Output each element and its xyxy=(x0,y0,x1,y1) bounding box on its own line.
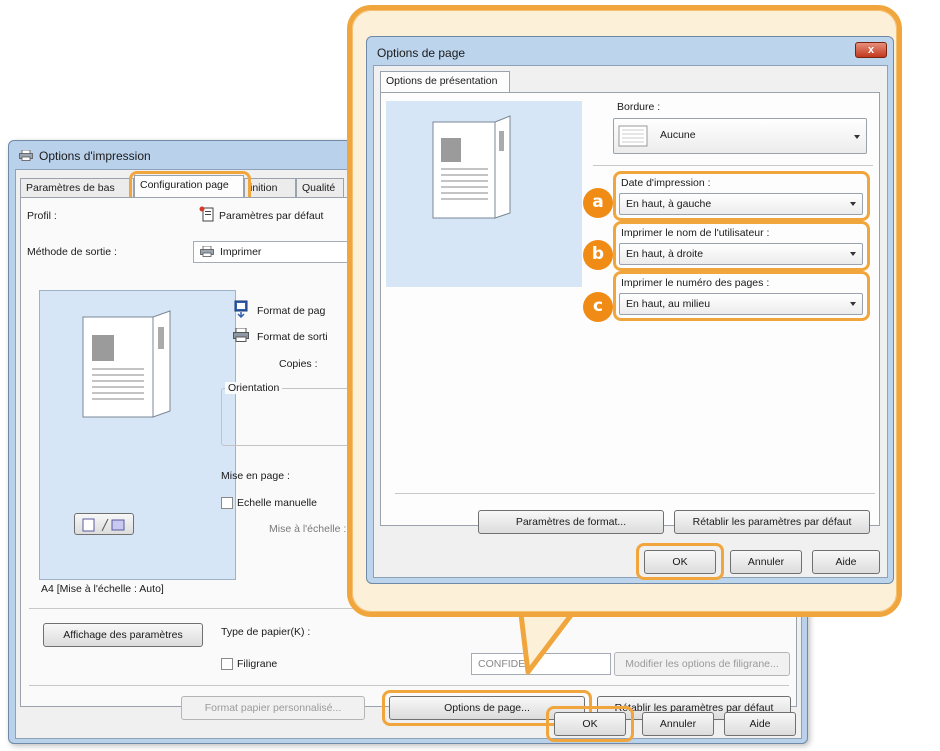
print-date-highlight xyxy=(613,171,870,221)
panel-bottom-divider xyxy=(395,493,875,494)
output-format-icon xyxy=(233,327,249,342)
custom-paper-button[interactable]: Format papier personnalisé... xyxy=(181,696,365,720)
output-method-value: Imprimer xyxy=(220,246,262,258)
show-settings-button[interactable]: Affichage des paramètres xyxy=(43,623,203,647)
scale-label: Mise à l'échelle : xyxy=(269,523,347,535)
cancel-button[interactable]: Annuler xyxy=(642,712,714,736)
dialog-ok-highlight xyxy=(636,543,724,580)
border-select[interactable]: Aucune xyxy=(613,118,867,154)
profile-value[interactable]: Paramètres par défaut xyxy=(219,210,323,222)
profile-label: Profil : xyxy=(27,210,57,222)
page-format-icon xyxy=(233,300,249,319)
layout-toggle-button[interactable] xyxy=(74,513,134,535)
page-options-dialog: Options de page x Options de présentatio… xyxy=(366,36,894,584)
dialog-restore-defaults-button[interactable]: Rétablir les paramètres par défaut xyxy=(674,510,870,534)
printer-icon xyxy=(19,150,33,161)
dialog-page-preview xyxy=(386,101,582,287)
border-value: Aucune xyxy=(660,129,696,141)
manual-scale-label: Echelle manuelle xyxy=(237,497,317,509)
orientation-label: Orientation xyxy=(225,382,283,394)
page-preview xyxy=(39,290,236,580)
presentation-panel: Bordure : Aucune Date d'impression : En … xyxy=(380,92,880,526)
dialog-help-button[interactable]: Aide xyxy=(812,550,880,574)
window-title: Options d'impression xyxy=(39,149,151,163)
ok-highlight xyxy=(546,706,634,742)
badge-c: c xyxy=(583,292,613,322)
document-preview-icon xyxy=(82,310,171,418)
chevron-down-icon xyxy=(854,135,860,139)
tab-finishing[interactable]: inition xyxy=(244,178,296,198)
watermark-label: Filigrane xyxy=(237,658,278,670)
manual-scale-checkbox[interactable] xyxy=(221,497,233,509)
profile-icon xyxy=(199,206,217,222)
badge-b: b xyxy=(583,240,613,270)
badge-a: a xyxy=(583,188,613,218)
paper-type-label: Type de papier(K) : xyxy=(221,626,311,638)
layout-label: Mise en page : xyxy=(221,470,290,482)
copies-label: Copies : xyxy=(279,358,318,370)
close-button[interactable]: x xyxy=(855,42,887,58)
panel-divider-2 xyxy=(29,685,789,686)
preview-caption: A4 [Mise à l'échelle : Auto] xyxy=(41,583,164,595)
output-method-label: Méthode de sortie : xyxy=(27,246,117,258)
dialog-title: Options de page xyxy=(377,46,466,60)
edit-watermark-button[interactable]: Modifier les options de filigrane... xyxy=(614,652,790,676)
dialog-document-icon xyxy=(432,115,511,219)
border-label: Bordure : xyxy=(617,101,661,113)
page-number-highlight xyxy=(613,271,870,321)
close-icon: x xyxy=(867,44,875,56)
orientation-group xyxy=(221,388,361,446)
dialog-client: Options de présentation Bordure : Aucune… xyxy=(373,65,888,580)
layout-toggle-icon xyxy=(82,518,125,532)
help-button[interactable]: Aide xyxy=(724,712,796,736)
border-divider xyxy=(593,165,873,166)
border-preview-icon xyxy=(618,125,648,147)
printer-small-icon xyxy=(200,245,214,257)
page-format-label: Format de pag xyxy=(257,305,326,317)
output-format-label: Format de sorti xyxy=(257,331,328,343)
format-settings-button[interactable]: Paramètres de format... xyxy=(478,510,664,534)
username-highlight xyxy=(613,221,870,271)
tab-basic-settings[interactable]: Paramètres de bas xyxy=(20,178,134,198)
tab-quality[interactable]: Qualité xyxy=(296,178,344,198)
dialog-cancel-button[interactable]: Annuler xyxy=(730,550,802,574)
tab-presentation-options[interactable]: Options de présentation xyxy=(380,71,510,94)
watermark-checkbox[interactable] xyxy=(221,658,233,670)
